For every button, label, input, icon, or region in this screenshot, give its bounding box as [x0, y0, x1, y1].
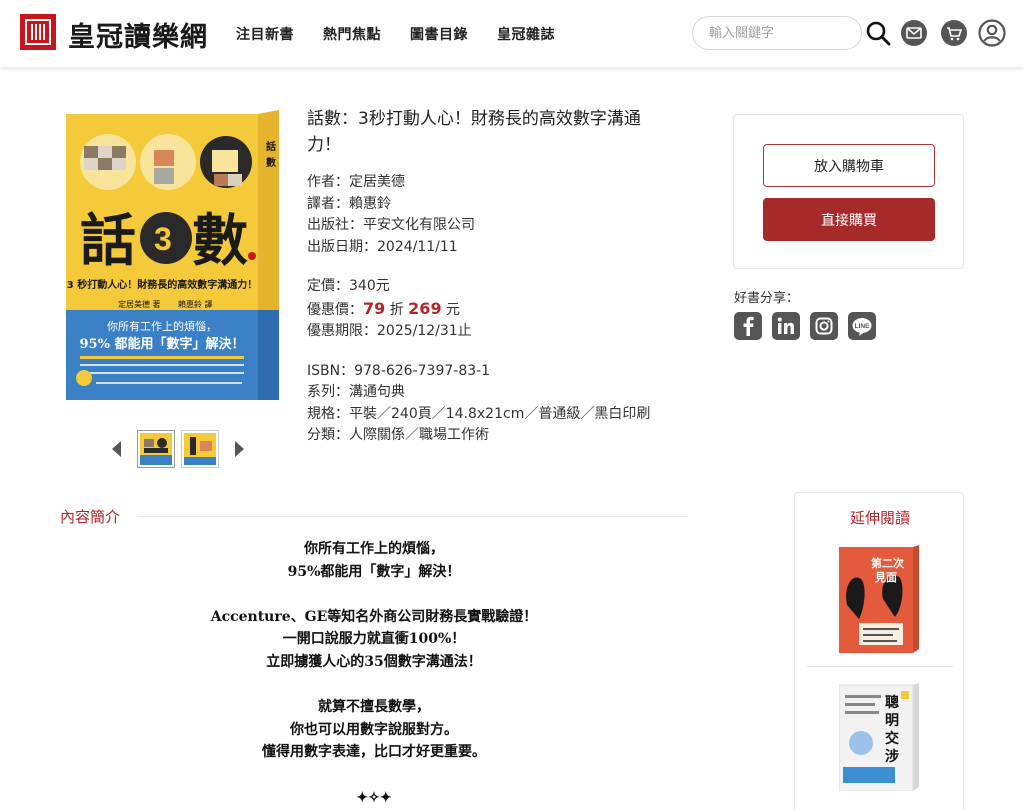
- prev-arrow-icon[interactable]: [112, 441, 121, 457]
- book-spec: 規格：平裝／240頁／14.8x21cm／普通級／黑白印刷: [307, 405, 651, 422]
- book-publisher: 出版社：平安文化有限公司: [307, 217, 475, 233]
- svg-text:3: 3: [154, 221, 172, 257]
- site-header: 皇冠讀樂網 注目新書 熱門焦點 圖書目錄 皇冠雜誌: [0, 0, 1024, 67]
- description-line: [60, 583, 688, 606]
- discount-unit: 折: [389, 301, 404, 318]
- search-input[interactable]: [692, 16, 862, 50]
- book-translator[interactable]: 譯者：賴惠鈴: [307, 194, 667, 216]
- svg-text:聰: 聰: [885, 694, 899, 711]
- book-title: 話數：3秒打動人心！財務長的高效數字溝通力！: [307, 109, 641, 155]
- book-series[interactable]: 系列：溝通句典: [307, 382, 667, 404]
- section-divider: [138, 516, 688, 517]
- price-unit: 元: [446, 301, 461, 318]
- svg-text:話: 話: [80, 208, 136, 274]
- description-line: 一開口說服力就直衝100%！: [282, 631, 466, 648]
- svg-text:LINE: LINE: [855, 323, 870, 330]
- svg-text:第二次: 第二次: [871, 556, 904, 570]
- linkedin-icon[interactable]: [772, 312, 800, 340]
- svg-text:明: 明: [885, 713, 899, 729]
- svg-text:數: 數: [192, 208, 248, 274]
- book-description: 你所有工作上的煩惱， 95%都能用「數字」解決！ Accenture、GE等知名…: [60, 538, 688, 809]
- related-heading: 延伸閱讀: [849, 509, 910, 527]
- svg-text:話: 話: [266, 140, 276, 153]
- svg-text:見面: 見面: [874, 571, 897, 584]
- svg-text:數: 數: [266, 156, 276, 169]
- purchase-box: 放入購物車 直接購買: [733, 114, 964, 269]
- cart-icon[interactable]: [940, 19, 968, 47]
- svg-text:涉: 涉: [885, 748, 899, 765]
- description-line: 95%都能用「數字」解決！: [287, 563, 461, 580]
- user-icon[interactable]: [978, 19, 1006, 47]
- nav-new-books[interactable]: 注目新書: [236, 24, 294, 44]
- related-reading: 延伸閱讀 第二次 見面 聰 明 交 涉: [794, 492, 964, 810]
- svg-text:3 秒打動人心！財務長的高效數字溝通力！: 3 秒打動人心！財務長的高效數字溝通力！: [67, 278, 257, 291]
- search-icon[interactable]: [864, 19, 892, 47]
- discount-price: 269: [408, 298, 442, 318]
- svg-text:定居美德 著: 定居美德 著: [118, 299, 161, 309]
- description-line: 懂得用數字表達，比口才好更重要。: [262, 744, 486, 761]
- svg-text:95% 都能用「數字」解決！: 95% 都能用「數字」解決！: [80, 336, 245, 352]
- nav-hot-topics[interactable]: 熱門焦點: [323, 24, 381, 44]
- svg-text:你所有工作上的煩惱，: 你所有工作上的煩惱，: [107, 319, 217, 333]
- add-to-cart-button[interactable]: 放入購物車: [763, 144, 935, 187]
- share-icons: LINE: [734, 312, 876, 340]
- facebook-icon[interactable]: [734, 312, 762, 340]
- book-list-price: 定價：340元: [307, 278, 390, 294]
- description-line: 你也可以用數字說服對方。: [290, 721, 458, 738]
- discount-rate: 79: [363, 298, 386, 318]
- description-ornament: ✦✧✦: [356, 789, 392, 806]
- book-author[interactable]: 作者：定居美德: [307, 172, 667, 194]
- related-book-2[interactable]: 聰 明 交 涉: [838, 683, 921, 792]
- book-cover[interactable]: 話 3 數 3 秒打動人心！財務長的高效數字溝通力！ 定居美德 著 賴惠鈴 譯 …: [66, 110, 281, 400]
- description-line: 立即擄獲人心的35個數字溝通法！: [266, 653, 482, 670]
- book-pub-date: 出版日期：2024/11/11: [307, 238, 458, 255]
- instagram-icon[interactable]: [810, 312, 838, 340]
- line-icon[interactable]: LINE: [848, 312, 876, 340]
- description-line: 就算不擅長數學，: [318, 699, 430, 716]
- related-divider: [807, 666, 953, 667]
- book-discount-price: 優惠價：79 折 269 元: [307, 298, 667, 322]
- next-arrow-icon[interactable]: [235, 441, 244, 457]
- buy-now-button[interactable]: 直接購買: [763, 198, 935, 241]
- description-line: [60, 764, 688, 787]
- thumbnail-spine[interactable]: [181, 430, 219, 468]
- nav-catalog[interactable]: 圖書目錄: [410, 24, 468, 44]
- description-line: [60, 674, 688, 697]
- book-category[interactable]: 分類：人際關係／職場工作術: [307, 425, 667, 447]
- thumbnail-front[interactable]: [137, 430, 175, 468]
- logo-icon[interactable]: [20, 14, 56, 50]
- mail-icon[interactable]: [900, 19, 928, 47]
- main-nav: 注目新書 熱門焦點 圖書目錄 皇冠雜誌: [236, 24, 555, 44]
- svg-text:交: 交: [885, 730, 899, 747]
- share-label: 好書分享：: [734, 291, 800, 306]
- cover-thumbnails: [112, 430, 244, 468]
- description-line: Accenture、GE等知名外商公司財務長實戰驗證！: [210, 608, 538, 625]
- svg-text:賴惠鈴 譯: 賴惠鈴 譯: [178, 299, 213, 309]
- book-isbn: ISBN：978-626-7397-83-1: [307, 362, 491, 379]
- related-book-1[interactable]: 第二次 見面: [839, 545, 921, 653]
- discount-label: 優惠價：: [307, 301, 363, 318]
- nav-magazine[interactable]: 皇冠雜誌: [497, 24, 555, 44]
- description-heading: 內容簡介: [60, 508, 121, 526]
- description-line: 你所有工作上的煩惱，: [304, 541, 444, 557]
- book-deadline: 優惠期限：2025/12/31止: [307, 323, 472, 339]
- site-logo-text[interactable]: 皇冠讀樂網: [68, 15, 208, 54]
- book-info: 話數：3秒打動人心！財務長的高效數字溝通力！ 作者：定居美德 譯者：賴惠鈴 出版…: [307, 106, 667, 447]
